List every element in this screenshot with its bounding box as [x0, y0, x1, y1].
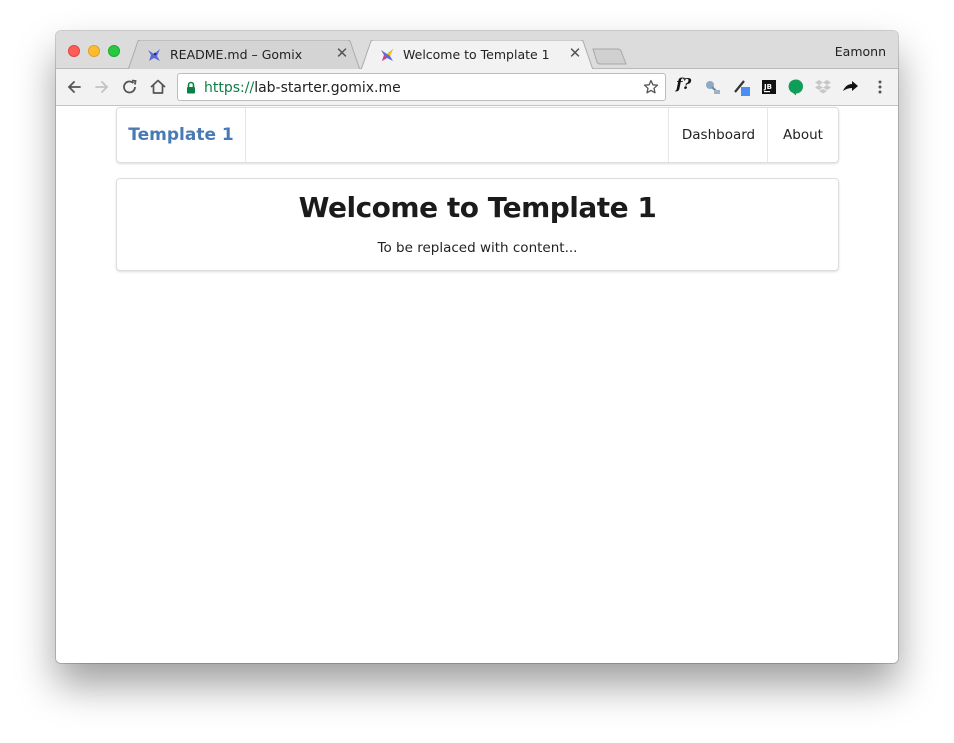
browser-toolbar: https://lab-starter.gomix.me f? JB [56, 69, 898, 106]
gomix-fish-icon [381, 49, 393, 61]
welcome-card: Welcome to Template 1 To be replaced wit… [116, 178, 839, 271]
jetbrains-icon[interactable]: JB [760, 78, 778, 96]
reload-icon[interactable] [120, 77, 140, 97]
tab-title: README.md – Gomix [170, 47, 303, 62]
bookmark-star-icon[interactable] [643, 79, 659, 95]
url-scheme: https:// [204, 80, 255, 96]
url-host: lab-starter.gomix.me [254, 80, 401, 96]
dropbox-icon[interactable] [814, 78, 832, 96]
new-tab-button[interactable] [592, 48, 628, 66]
profile-name[interactable]: Eamonn [835, 44, 886, 59]
brand-link[interactable]: Template 1 [117, 108, 246, 162]
site-navbar: Template 1 Dashboard About [116, 107, 839, 163]
window-maximize-button[interactable] [108, 45, 120, 57]
color-picker-icon[interactable] [733, 78, 751, 96]
home-icon[interactable] [148, 77, 168, 97]
window-minimize-button[interactable] [88, 45, 100, 57]
page-title: Welcome to Template 1 [298, 191, 657, 224]
window-close-button[interactable] [68, 45, 80, 57]
satellite-icon[interactable] [703, 78, 721, 96]
tab-strip: README.md – Gomix ✕ Welcome to Template … [56, 31, 898, 70]
placeholder-text: To be replaced with content... [377, 240, 578, 256]
tab-welcome[interactable]: Welcome to Template 1 ✕ [361, 40, 593, 70]
back-arrow-icon[interactable] [64, 77, 84, 97]
lock-icon [187, 81, 195, 94]
nav-link-dashboard[interactable]: Dashboard [668, 108, 768, 162]
nav-link-about[interactable]: About [767, 108, 838, 162]
tab-title: Welcome to Template 1 [403, 47, 550, 62]
hangouts-icon[interactable] [787, 78, 805, 96]
page-viewport: Template 1 Dashboard About Welcome to Te… [56, 106, 898, 663]
tab-readme[interactable]: README.md – Gomix ✕ [128, 40, 360, 70]
url-text: https://lab-starter.gomix.me [204, 80, 401, 96]
tab-close-icon[interactable]: ✕ [334, 45, 350, 63]
browser-window: README.md – Gomix ✕ Welcome to Template … [56, 31, 898, 663]
menu-dots-icon[interactable] [871, 78, 889, 96]
share-arrow-icon[interactable] [841, 78, 859, 96]
tab-close-icon[interactable]: ✕ [567, 45, 583, 63]
forward-arrow-icon[interactable] [92, 77, 112, 97]
address-bar[interactable]: https://lab-starter.gomix.me [177, 73, 666, 101]
svg-text:JB: JB [763, 83, 772, 91]
font-identifier-icon[interactable]: f? [676, 75, 694, 93]
gomix-fish-icon [148, 49, 160, 61]
